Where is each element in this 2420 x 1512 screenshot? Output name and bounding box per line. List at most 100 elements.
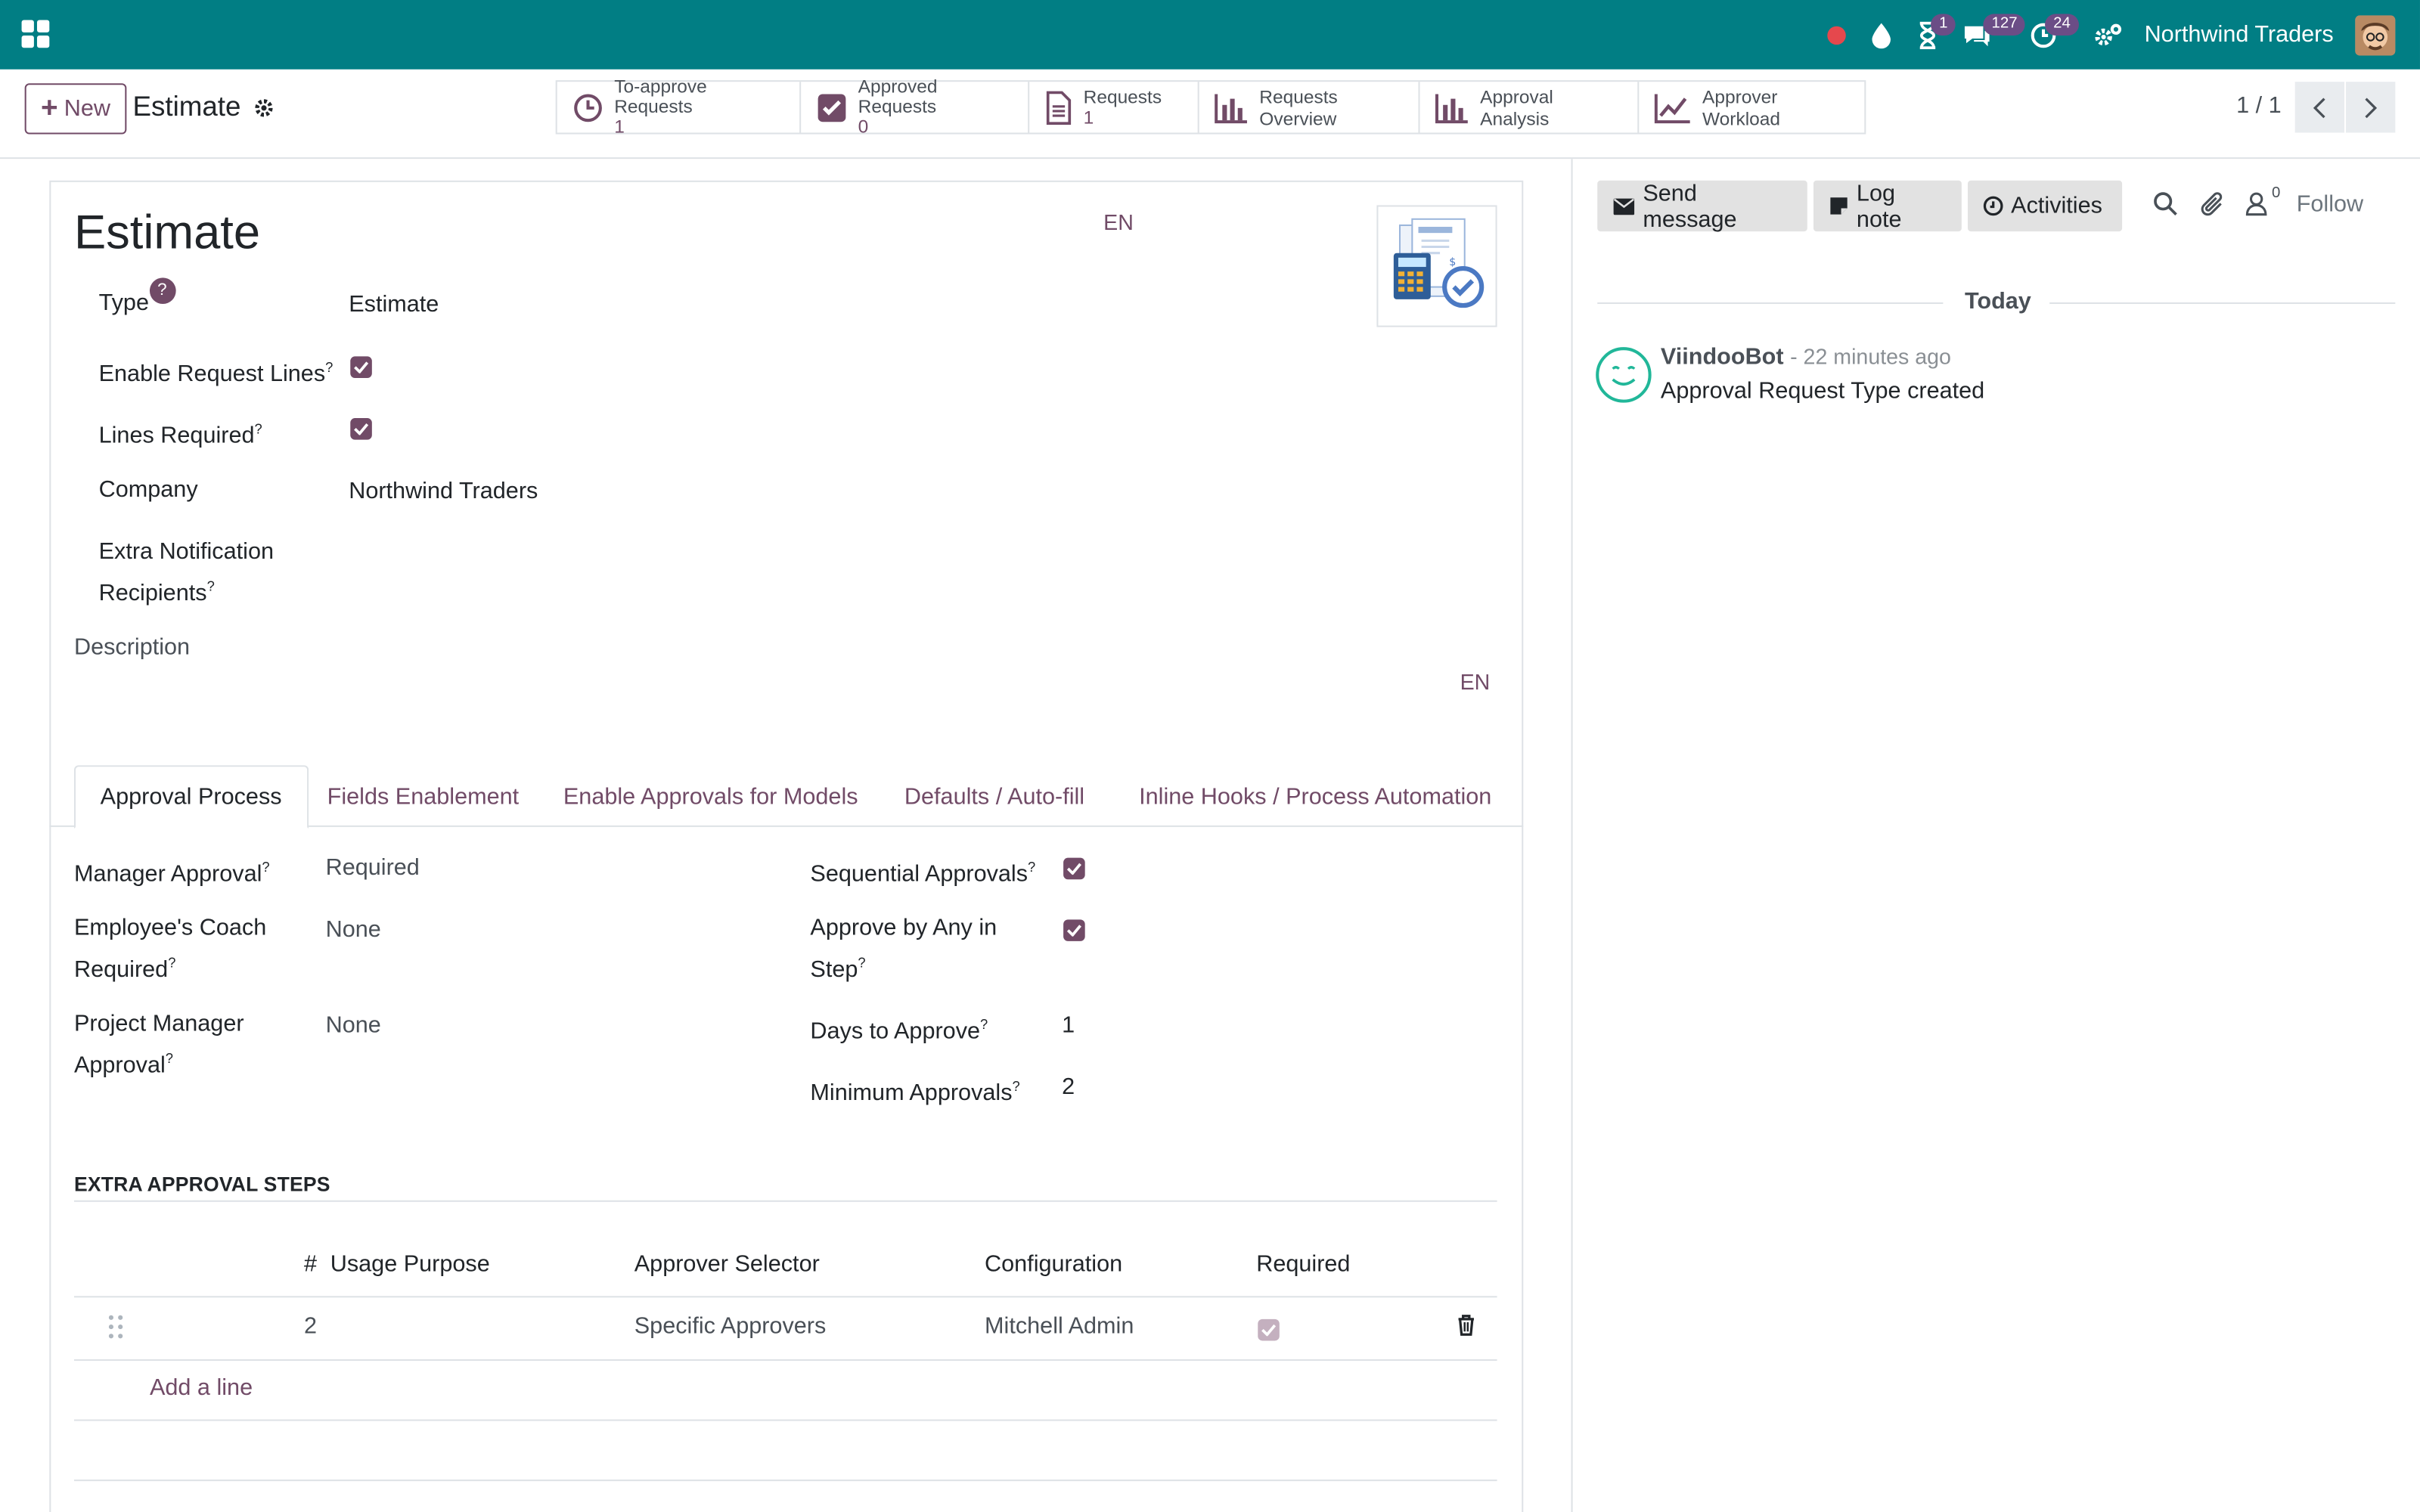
- date-divider: [1597, 302, 1944, 305]
- table-header-divider: [73, 1296, 1497, 1298]
- settings-gears-icon[interactable]: [2095, 0, 2123, 70]
- chat-icon[interactable]: 127: [1962, 0, 2025, 70]
- row-required-checkbox: [1258, 1318, 1280, 1341]
- description-language-button[interactable]: EN: [1460, 670, 1491, 695]
- gear-icon[interactable]: [253, 97, 275, 119]
- breadcrumb: Estimate: [133, 91, 275, 123]
- estimate-calculator-image: $: [1393, 218, 1485, 308]
- title-language-button[interactable]: EN: [1103, 210, 1134, 235]
- bar-chart-icon: [1215, 93, 1247, 123]
- plus-icon: +: [40, 92, 58, 125]
- company-switcher[interactable]: Northwind Traders: [2145, 22, 2334, 48]
- row-divider: [73, 1359, 1497, 1361]
- manager-approval-label: Manager Approval?: [73, 859, 270, 888]
- chevron-left-icon: [2313, 97, 2325, 118]
- hourglass-icon[interactable]: 1: [1916, 0, 1956, 70]
- tab-approval-process[interactable]: Approval Process: [73, 765, 309, 829]
- user-avatar[interactable]: [2355, 14, 2396, 55]
- trash-icon[interactable]: [1457, 1315, 1475, 1337]
- row-divider: [73, 1479, 1497, 1482]
- apps-menu-icon[interactable]: [21, 20, 50, 48]
- clock-icon: [574, 93, 602, 122]
- type-label: Type?: [99, 277, 175, 321]
- document-icon: [1046, 90, 1072, 125]
- manager-approval-value[interactable]: Required: [326, 855, 420, 881]
- company-label: Company: [98, 476, 198, 503]
- pager-previous-button[interactable]: [2294, 82, 2344, 133]
- add-line-link[interactable]: Add a line: [150, 1374, 253, 1401]
- message-author: ViindooBot - 22 minutes ago: [1660, 344, 1951, 370]
- column-number[interactable]: #: [304, 1251, 317, 1278]
- coach-required-label: Employee's Coach Required?: [73, 915, 267, 983]
- help-icon[interactable]: ?: [149, 277, 175, 305]
- note-icon: [1830, 197, 1848, 215]
- row-number: 2: [304, 1312, 318, 1340]
- clock-icon: [1983, 196, 2003, 216]
- enable-request-lines-checkbox[interactable]: [350, 356, 372, 378]
- row-divider: [73, 1419, 1497, 1421]
- drag-handle-icon[interactable]: [108, 1315, 123, 1340]
- extra-recipients-field[interactable]: [349, 540, 1429, 574]
- activity-badge: 1: [1931, 14, 1956, 36]
- approved-requests-button[interactable]: Approved Requests 0: [801, 76, 1030, 137]
- tab-inline-hooks[interactable]: Inline Hooks / Process Automation: [1114, 765, 1516, 827]
- record-image[interactable]: $: [1376, 205, 1497, 327]
- search-icon[interactable]: [2153, 191, 2178, 216]
- messages-badge: 127: [1984, 14, 2025, 36]
- control-panel: + New Estimate To-approve Requests 1 Appro…: [0, 69, 2420, 160]
- activities-button[interactable]: Activities: [1968, 180, 2123, 232]
- tab-defaults-autofill[interactable]: Defaults / Auto-fill: [880, 765, 1109, 827]
- check-square-icon: [818, 93, 846, 122]
- to-approve-requests-button[interactable]: To-approve Requests 1: [557, 76, 802, 137]
- bar-chart-icon: [1435, 93, 1468, 123]
- sequential-approvals-checkbox[interactable]: [1063, 857, 1085, 880]
- enable-request-lines-label: Enable Request Lines?: [98, 359, 334, 388]
- smiley-icon: [1612, 366, 1636, 386]
- approve-by-any-label: Approve by Any in Step?: [810, 915, 997, 983]
- bot-avatar[interactable]: [1596, 347, 1652, 403]
- pm-approval-value[interactable]: None: [326, 1012, 381, 1039]
- row-approver-selector: Specific Approvers: [634, 1312, 827, 1340]
- approval-analysis-button[interactable]: Approval Analysis: [1420, 82, 1640, 133]
- record-title[interactable]: Estimate: [74, 205, 260, 260]
- message-body: Approval Request Type created: [1660, 377, 1985, 404]
- followers-user-icon[interactable]: [2245, 191, 2267, 216]
- column-approver-selector[interactable]: Approver Selector: [634, 1251, 820, 1278]
- company-value[interactable]: Northwind Traders: [349, 479, 538, 505]
- approver-workload-button[interactable]: Approver Workload: [1639, 82, 1864, 132]
- drop-icon[interactable]: [1869, 0, 1894, 70]
- send-message-button[interactable]: Send message: [1597, 180, 1807, 232]
- requests-overview-button[interactable]: Requests Overview: [1199, 82, 1420, 133]
- followers-count: 0: [2272, 184, 2281, 203]
- envelope-icon: [1613, 197, 1635, 215]
- svg-text:$: $: [1449, 256, 1456, 268]
- breadcrumb-current: Estimate: [132, 91, 241, 122]
- date-separator-today: Today: [1964, 288, 2031, 315]
- record-dot-icon[interactable]: [1826, 0, 1848, 70]
- log-note-button[interactable]: Log note: [1813, 180, 1962, 232]
- pager-value[interactable]: 1 / 1: [2236, 92, 2282, 119]
- lines-required-checkbox[interactable]: [350, 418, 372, 440]
- lines-required-label: Lines Required?: [98, 421, 262, 449]
- column-usage-purpose[interactable]: Usage Purpose: [330, 1251, 490, 1278]
- clock-icon[interactable]: 24: [2031, 0, 2079, 70]
- smart-buttons: To-approve Requests 1 Approved Requests 0 …: [555, 76, 1866, 137]
- pager-next-button[interactable]: [2346, 82, 2396, 133]
- notebook-tabs: Approval Process Fields Enablement Enabl…: [49, 765, 1524, 829]
- days-to-approve-value[interactable]: 1: [1062, 1012, 1075, 1039]
- paperclip-icon[interactable]: [2201, 191, 2226, 218]
- tab-enable-approvals-models[interactable]: Enable Approvals for Models: [538, 765, 883, 827]
- section-divider: [73, 1200, 1497, 1202]
- column-configuration[interactable]: Configuration: [985, 1251, 1122, 1278]
- minimum-approvals-value[interactable]: 2: [1062, 1074, 1075, 1100]
- coach-required-value[interactable]: None: [326, 916, 381, 943]
- follow-button[interactable]: Follow: [2297, 191, 2363, 218]
- tab-fields-enablement[interactable]: Fields Enablement: [302, 765, 544, 827]
- column-required[interactable]: Required: [1256, 1251, 1350, 1278]
- new-button[interactable]: + New: [24, 83, 127, 135]
- top-navbar: 1 127 24 Northwind Traders: [0, 0, 2420, 70]
- sequential-approvals-label: Sequential Approvals?: [810, 859, 1036, 888]
- approve-by-any-checkbox[interactable]: [1063, 919, 1085, 941]
- requests-button[interactable]: Requests 1: [1029, 82, 1199, 133]
- type-value[interactable]: Estimate: [349, 292, 439, 318]
